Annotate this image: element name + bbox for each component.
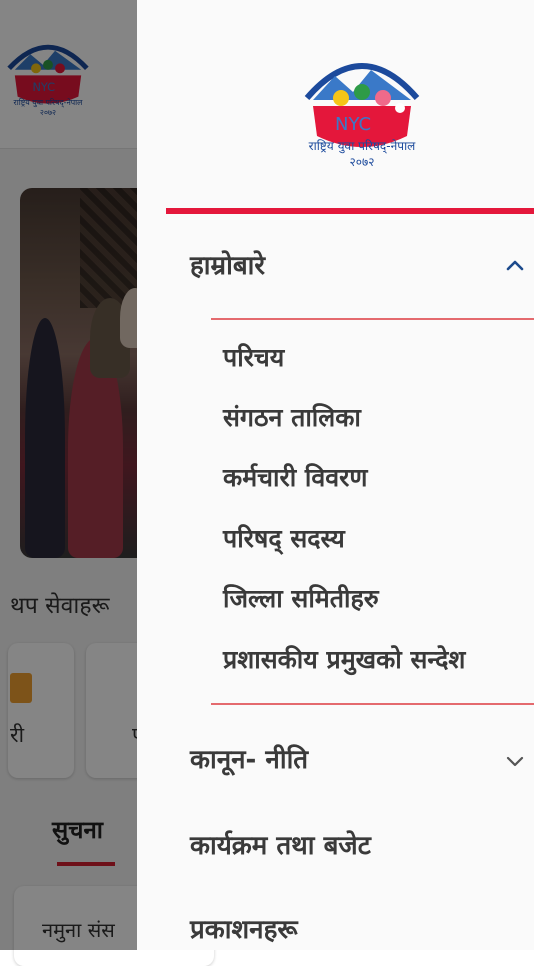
submenu-item-org-chart[interactable]: संगठन तालिका [223,400,361,434]
header-accent-line [166,208,534,214]
nyc-logo-year: २०७२ [350,155,375,169]
menu-item-publications[interactable]: प्रकाशनहरू [190,910,298,946]
nyc-logo: NYC राष्ट्रिय युवा परिषद्-नेपाल २०७२ [304,63,420,169]
submenu-item-council-members[interactable]: परिषद् सदस्य [223,521,345,555]
nyc-logo-abbr: NYC [335,114,371,135]
chevron-down-icon[interactable] [503,749,527,773]
nyc-logo-name: राष्ट्रिय युवा परिषद्-नेपाल [309,139,417,155]
navigation-drawer: NYC राष्ट्रिय युवा परिषद्-नेपाल २०७२ हाम… [137,0,534,950]
submenu-item-chief-message[interactable]: प्रशासकीय प्रमुखको सन्देश [223,642,465,676]
submenu-divider-bottom [211,703,534,705]
submenu-item-district-committees[interactable]: जिल्ला समितीहरु [223,581,379,615]
menu-item-programs-budget[interactable]: कार्यक्रम तथा बजेट [190,826,371,862]
menu-item-law-policy[interactable]: कानून- नीति [190,740,308,776]
chevron-up-icon[interactable] [503,254,527,278]
submenu-item-staff-details[interactable]: कर्मचारी विवरण [223,460,367,494]
submenu-divider-top [211,318,534,320]
menu-item-about-us[interactable]: हाम्रोबारे [190,246,265,282]
submenu-item-introduction[interactable]: परिचय [223,340,284,374]
